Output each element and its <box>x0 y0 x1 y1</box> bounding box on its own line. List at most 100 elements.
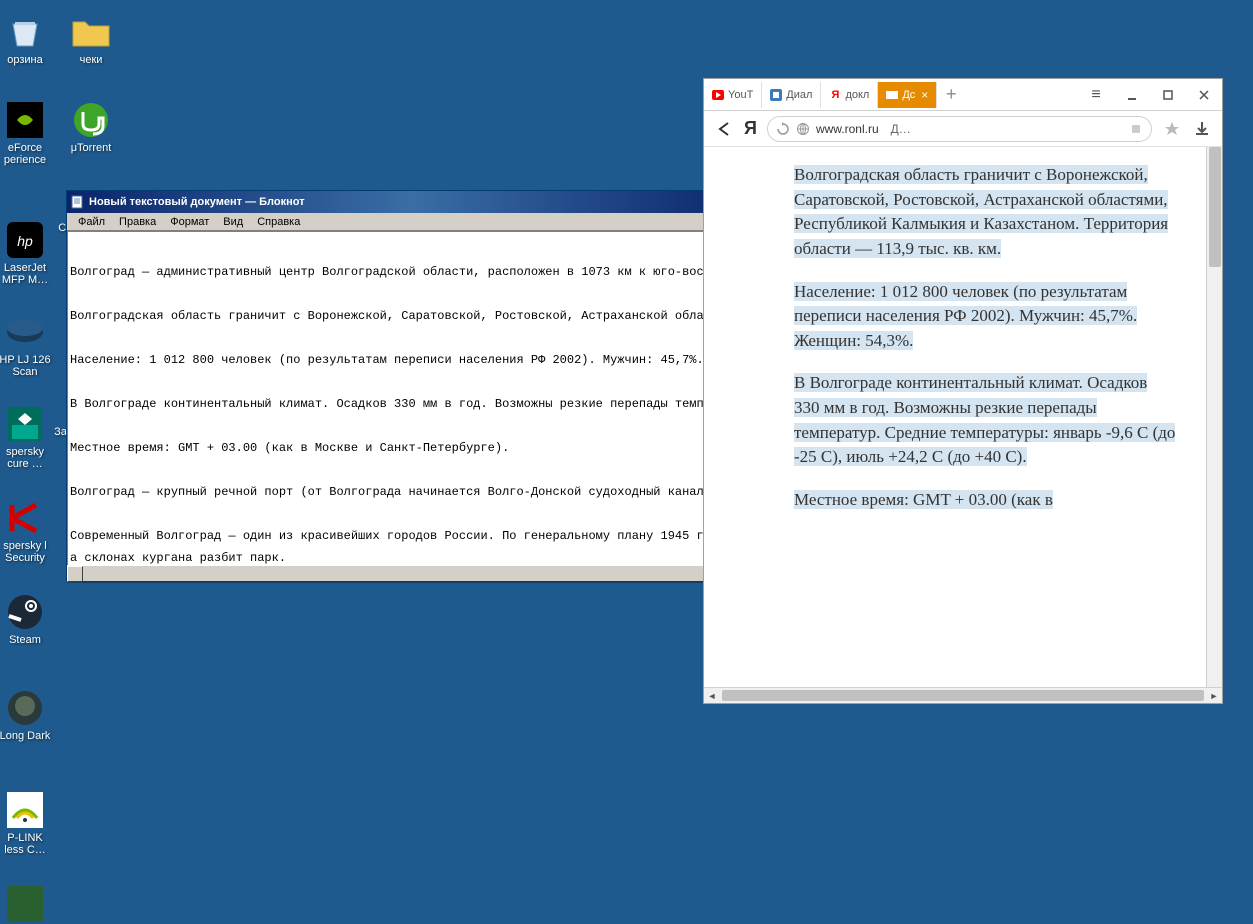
desktop-icon-kaspersky-secure[interactable]: spersky cure … <box>0 404 52 470</box>
text-line <box>70 503 753 525</box>
svg-text:hp: hp <box>17 233 33 249</box>
browser-scrollbar-vertical[interactable] <box>1206 147 1222 687</box>
download-icon[interactable] <box>1192 119 1212 139</box>
desktop-icon-nvidia[interactable]: eForce perience <box>0 100 52 166</box>
steam-icon <box>5 592 45 632</box>
icon-label: eForce perience <box>0 142 52 166</box>
back-button[interactable] <box>714 119 734 139</box>
kaspersky-k-icon <box>5 498 45 538</box>
address-bar[interactable]: www.ronl.ru Д… <box>767 116 1152 142</box>
menu-help[interactable]: Справка <box>250 215 307 229</box>
text-line: Волгоград — административный центр Волго… <box>70 261 753 283</box>
minimize-button[interactable] <box>1114 82 1150 108</box>
icon-label: spersky cure … <box>0 446 52 470</box>
tab-dial[interactable]: Диал <box>762 82 821 108</box>
icon-label: чеки <box>80 54 103 66</box>
paragraph: Местное время: GMT + 03.00 (как в <box>794 488 1176 513</box>
text-line: а склонах кургана разбит парк. <box>70 547 753 565</box>
desktop-icon-folder-чеки[interactable]: чеки <box>64 12 118 66</box>
page-title-suffix: Д… <box>891 122 911 136</box>
browser-scrollbar-horizontal[interactable]: ◄ ► <box>704 687 1222 703</box>
icon-label: Steam <box>9 634 41 646</box>
desktop-icon-steam[interactable]: Steam <box>0 592 52 646</box>
maximize-button[interactable] <box>1150 82 1186 108</box>
yandex-icon: Я <box>829 89 841 101</box>
icon-label: HP LJ 126 Scan <box>0 354 52 378</box>
scroll-thumb[interactable] <box>1209 147 1221 267</box>
paragraph: Волгоградская область граничит с Воронеж… <box>794 163 1176 262</box>
notepad-titlebar[interactable]: Новый текстовый документ — Блокнот <box>67 191 755 213</box>
scanner-icon <box>5 312 45 352</box>
desktop-icon-recycle[interactable]: орзина <box>0 12 52 66</box>
hp-icon: hp <box>5 220 45 260</box>
scroll-left-button[interactable]: ◄ <box>704 688 720 704</box>
paragraph: В Волгограде континентальный климат. Оса… <box>794 371 1176 470</box>
tab-ronl[interactable]: Дс × <box>878 82 937 108</box>
text-line: Местное время: GMT + 03.00 (как в Москве… <box>70 437 753 459</box>
tab-label: Диал <box>786 89 812 101</box>
utorrent-icon <box>71 100 111 140</box>
wifi-icon <box>5 790 45 830</box>
browser-tab-bar: YouT Диал Я докл Дс × + ≡ <box>704 79 1222 111</box>
text-line <box>70 371 753 393</box>
bookmark-icon[interactable] <box>1162 119 1182 139</box>
notepad-title: Новый текстовый документ — Блокнот <box>89 196 703 208</box>
desktop-icon-misc[interactable] <box>0 884 52 924</box>
notepad-window: Новый текстовый документ — Блокнот Файл … <box>66 190 756 582</box>
scroll-thumb[interactable] <box>722 690 1204 701</box>
browser-toolbar: Я www.ronl.ru Д… <box>704 111 1222 147</box>
ronl-icon <box>886 89 898 101</box>
menu-view[interactable]: Вид <box>216 215 250 229</box>
icon-label: LaserJet MFP M… <box>0 262 52 286</box>
close-tab-icon[interactable]: × <box>921 88 928 102</box>
browser-window: YouT Диал Я докл Дс × + ≡ Я www.ronl.ru <box>703 78 1223 704</box>
icon-label: орзина <box>7 54 43 66</box>
text-line: Волгоградская область граничит с Воронеж… <box>70 305 753 327</box>
icon-label: P-LINK less C… <box>0 832 52 856</box>
notepad-scrollbar-horizontal[interactable] <box>67 565 755 581</box>
text-line <box>70 459 753 481</box>
tab-youtube[interactable]: YouT <box>704 82 762 108</box>
reload-icon[interactable] <box>776 122 790 136</box>
desktop-icon-kaspersky-security[interactable]: spersky l Security <box>0 498 52 564</box>
text-line: Современный Волгоград — один из красивей… <box>70 525 753 547</box>
app-icon <box>5 884 45 924</box>
text-line <box>70 327 753 349</box>
text-line <box>70 415 753 437</box>
tab-yandex[interactable]: Я докл <box>821 82 878 108</box>
longdark-icon <box>5 688 45 728</box>
browser-menu-button[interactable]: ≡ <box>1078 82 1114 108</box>
tab-label: докл <box>845 89 869 101</box>
desktop-icon-utorrent[interactable]: μTorrent <box>64 100 118 154</box>
text-line: Волгоград — крупный речной порт (от Волг… <box>70 481 753 503</box>
icon-label: spersky l Security <box>0 540 52 564</box>
dial-icon <box>770 89 782 101</box>
desktop-icon-hp[interactable]: hp LaserJet MFP M… <box>0 220 52 286</box>
paragraph: Население: 1 012 800 человек (по результ… <box>794 280 1176 354</box>
notepad-text-area[interactable]: Волгоград — административный центр Волго… <box>67 231 755 565</box>
icon-label: Long Dark <box>0 730 50 742</box>
text-line <box>70 283 753 305</box>
youtube-icon <box>712 89 724 101</box>
desktop-icon-tplink[interactable]: P-LINK less C… <box>0 790 52 856</box>
tab-label: YouT <box>728 89 753 101</box>
text-line: В Волгограде континентальный климат. Оса… <box>70 393 753 415</box>
scroll-right-button[interactable]: ► <box>1206 688 1222 704</box>
menu-edit[interactable]: Правка <box>112 215 163 229</box>
menu-file[interactable]: Файл <box>71 215 112 229</box>
notepad-app-icon <box>69 194 85 210</box>
page-content[interactable]: Волгоградская область граничит с Воронеж… <box>704 147 1206 687</box>
new-tab-button[interactable]: + <box>937 84 965 105</box>
yandex-home-button[interactable]: Я <box>744 118 757 139</box>
globe-icon <box>796 122 810 136</box>
notepad-menubar: Файл Правка Формат Вид Справка <box>67 213 755 231</box>
menu-format[interactable]: Формат <box>163 215 216 229</box>
browser-content: Волгоградская область граничит с Воронеж… <box>704 147 1222 687</box>
close-button[interactable] <box>1186 82 1222 108</box>
nvidia-icon <box>5 100 45 140</box>
lock-icon <box>1129 122 1143 136</box>
desktop-icon-hplj[interactable]: HP LJ 126 Scan <box>0 312 52 378</box>
scroll-left-button[interactable] <box>67 566 83 582</box>
text-line: Население: 1 012 800 человек (по результ… <box>70 349 753 371</box>
desktop-icon-longdark[interactable]: Long Dark <box>0 688 52 742</box>
